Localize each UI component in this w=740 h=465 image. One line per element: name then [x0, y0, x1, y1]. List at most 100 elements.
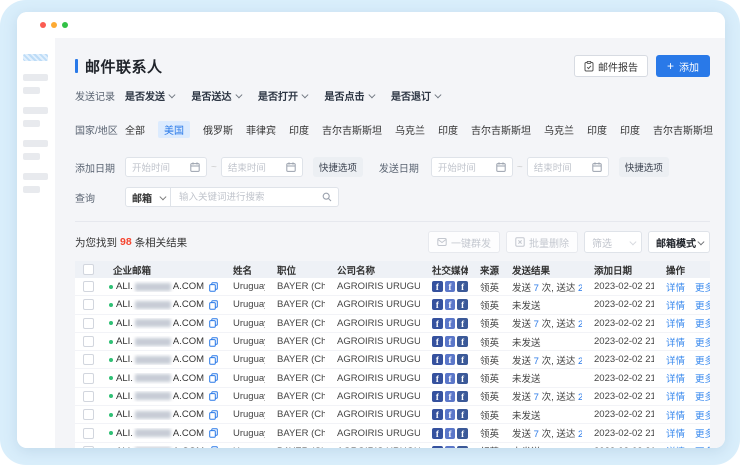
- more-link[interactable]: 更多: [695, 371, 710, 385]
- copy-email-button[interactable]: [209, 355, 218, 365]
- country-chip[interactable]: 吉尔吉斯斯坦: [471, 122, 531, 137]
- country-chip[interactable]: 印度: [438, 122, 458, 137]
- query-type-select[interactable]: 邮箱: [125, 187, 171, 207]
- more-link[interactable]: 更多: [695, 444, 710, 448]
- facebook-icon[interactable]: f: [445, 391, 456, 402]
- detail-link[interactable]: 详情: [666, 408, 685, 422]
- sidebar-item-active[interactable]: [23, 54, 48, 61]
- copy-email-button[interactable]: [209, 337, 218, 347]
- add-date-quick-options-button[interactable]: 快捷选项: [313, 157, 363, 177]
- detail-link[interactable]: 详情: [666, 353, 685, 367]
- record-filter-dropdown[interactable]: 是否发送: [125, 88, 174, 103]
- row-checkbox[interactable]: [83, 391, 94, 402]
- facebook-icon[interactable]: f: [445, 428, 456, 439]
- facebook-icon[interactable]: f: [457, 281, 468, 292]
- row-checkbox[interactable]: [83, 428, 94, 439]
- more-link[interactable]: 更多: [695, 280, 710, 294]
- facebook-icon[interactable]: f: [432, 299, 443, 310]
- detail-link[interactable]: 详情: [666, 298, 685, 312]
- country-chip[interactable]: 印度: [587, 122, 607, 137]
- copy-email-button[interactable]: [209, 282, 218, 292]
- facebook-icon[interactable]: f: [457, 446, 468, 448]
- add-button[interactable]: + 添加: [656, 55, 710, 77]
- sidebar-item[interactable]: [23, 173, 48, 180]
- sidebar-item[interactable]: [23, 186, 40, 193]
- sidebar-item[interactable]: [23, 107, 48, 114]
- copy-email-button[interactable]: [209, 446, 218, 448]
- record-filter-dropdown[interactable]: 是否点击: [325, 88, 374, 103]
- bulk-send-button[interactable]: 一键群发: [428, 231, 500, 253]
- bulk-delete-button[interactable]: 批量删除: [506, 231, 578, 253]
- send-date-end-input[interactable]: 结束时间: [527, 157, 609, 177]
- country-chip[interactable]: 乌克兰: [395, 122, 425, 137]
- facebook-icon[interactable]: f: [445, 336, 456, 347]
- detail-link[interactable]: 详情: [666, 316, 685, 330]
- copy-email-button[interactable]: [209, 300, 218, 310]
- facebook-icon[interactable]: f: [432, 428, 443, 439]
- facebook-icon[interactable]: f: [457, 373, 468, 384]
- facebook-icon[interactable]: f: [457, 391, 468, 402]
- facebook-icon[interactable]: f: [445, 354, 456, 365]
- facebook-icon[interactable]: f: [457, 428, 468, 439]
- sidebar-item[interactable]: [23, 87, 40, 94]
- keyword-search-input[interactable]: [171, 187, 339, 207]
- sidebar-item[interactable]: [23, 120, 40, 127]
- more-link[interactable]: 更多: [695, 389, 710, 403]
- country-chip[interactable]: 印度: [620, 122, 640, 137]
- more-link[interactable]: 更多: [695, 298, 710, 312]
- facebook-icon[interactable]: f: [432, 391, 443, 402]
- send-date-quick-options-button[interactable]: 快捷选项: [619, 157, 669, 177]
- more-link[interactable]: 更多: [695, 335, 710, 349]
- facebook-icon[interactable]: f: [457, 299, 468, 310]
- facebook-icon[interactable]: f: [432, 446, 443, 448]
- facebook-icon[interactable]: f: [445, 299, 456, 310]
- country-chip[interactable]: 印度: [289, 122, 309, 137]
- maximize-window-button[interactable]: [62, 22, 68, 28]
- detail-link[interactable]: 详情: [666, 426, 685, 440]
- country-chip[interactable]: 吉尔吉斯斯坦: [653, 122, 713, 137]
- select-all-checkbox[interactable]: [83, 264, 94, 275]
- copy-email-button[interactable]: [209, 373, 218, 383]
- detail-link[interactable]: 详情: [666, 280, 685, 294]
- detail-link[interactable]: 详情: [666, 371, 685, 385]
- record-filter-dropdown[interactable]: 是否送达: [192, 88, 241, 103]
- record-filter-dropdown[interactable]: 是否退订: [391, 88, 440, 103]
- row-checkbox[interactable]: [83, 318, 94, 329]
- facebook-icon[interactable]: f: [457, 354, 468, 365]
- add-date-end-input[interactable]: 结束时间: [221, 157, 303, 177]
- facebook-icon[interactable]: f: [432, 373, 443, 384]
- facebook-icon[interactable]: f: [445, 281, 456, 292]
- row-checkbox[interactable]: [83, 281, 94, 292]
- facebook-icon[interactable]: f: [432, 336, 443, 347]
- mailbox-mode-select[interactable]: 邮箱模式: [648, 231, 710, 253]
- detail-link[interactable]: 详情: [666, 444, 685, 448]
- copy-email-button[interactable]: [209, 410, 218, 420]
- copy-email-button[interactable]: [209, 391, 218, 401]
- facebook-icon[interactable]: f: [445, 409, 456, 420]
- facebook-icon[interactable]: f: [432, 354, 443, 365]
- sidebar-item[interactable]: [23, 74, 48, 81]
- minimize-window-button[interactable]: [51, 22, 57, 28]
- facebook-icon[interactable]: f: [432, 318, 443, 329]
- facebook-icon[interactable]: f: [457, 318, 468, 329]
- country-chip[interactable]: 乌克兰: [544, 122, 574, 137]
- more-link[interactable]: 更多: [695, 316, 710, 330]
- row-checkbox[interactable]: [83, 446, 94, 448]
- facebook-icon[interactable]: f: [432, 281, 443, 292]
- facebook-icon[interactable]: f: [457, 409, 468, 420]
- row-checkbox[interactable]: [83, 409, 94, 420]
- facebook-icon[interactable]: f: [445, 318, 456, 329]
- row-checkbox[interactable]: [83, 373, 94, 384]
- sidebar-item[interactable]: [23, 140, 48, 147]
- copy-email-button[interactable]: [209, 428, 218, 438]
- more-link[interactable]: 更多: [695, 353, 710, 367]
- close-window-button[interactable]: [40, 22, 46, 28]
- facebook-icon[interactable]: f: [432, 409, 443, 420]
- row-checkbox[interactable]: [83, 354, 94, 365]
- facebook-icon[interactable]: f: [445, 446, 456, 448]
- row-checkbox[interactable]: [83, 299, 94, 310]
- detail-link[interactable]: 详情: [666, 389, 685, 403]
- add-date-start-input[interactable]: 开始时间: [125, 157, 207, 177]
- facebook-icon[interactable]: f: [445, 373, 456, 384]
- filter-select[interactable]: 筛选: [584, 231, 642, 253]
